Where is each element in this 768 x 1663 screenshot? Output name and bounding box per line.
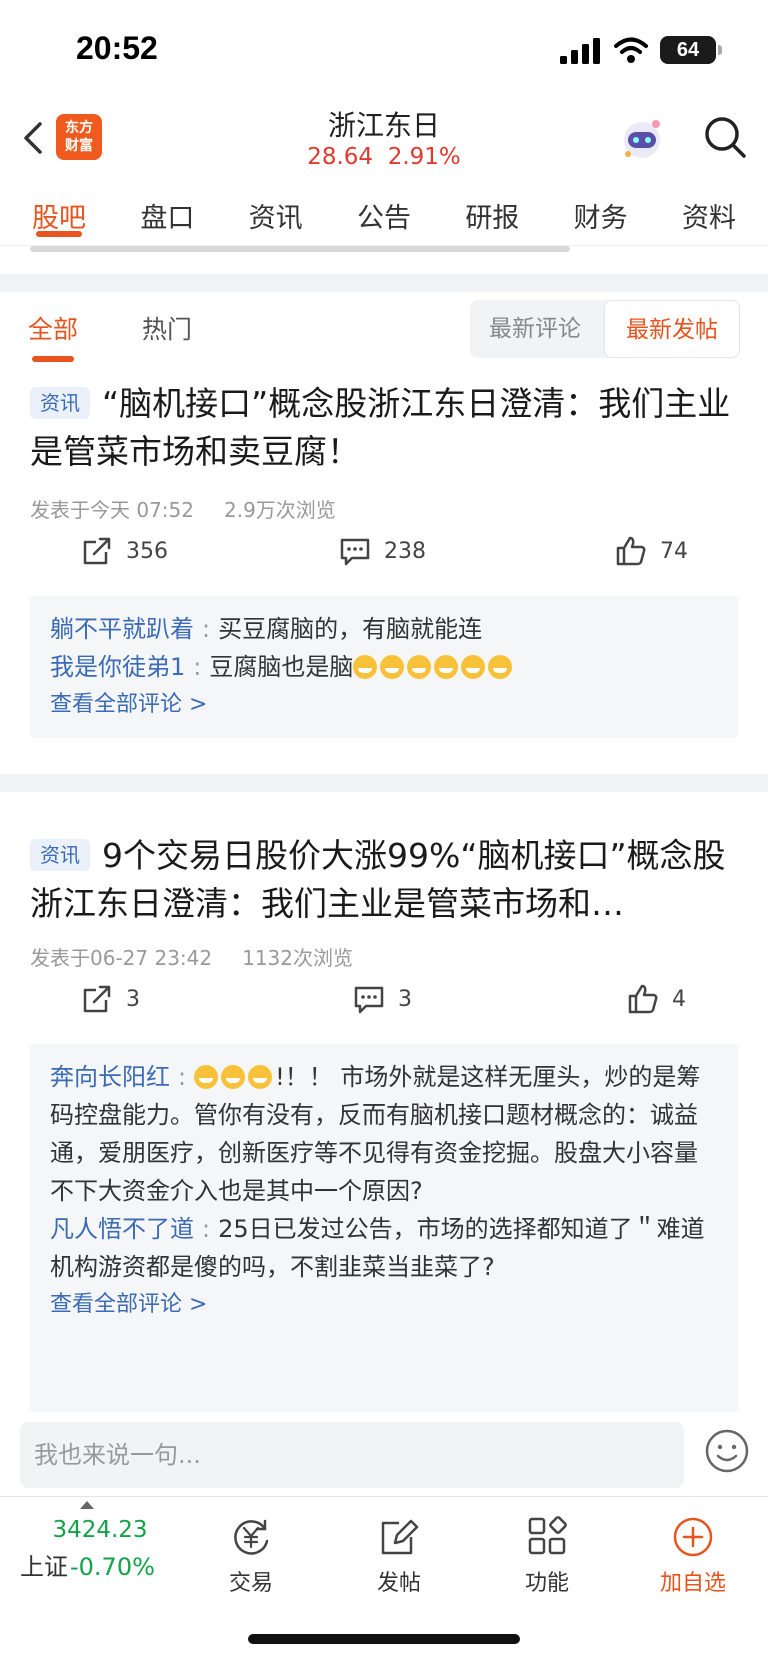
laugh-cry-emoji — [407, 655, 432, 679]
view-all-comments-link[interactable]: 查看全部评论 > — [50, 686, 718, 724]
nav-trade[interactable]: 交易 — [196, 1515, 306, 1597]
sort-toggle: 最新评论 最新发帖 — [470, 300, 740, 358]
post-time: 发表于06-27 23:42 — [30, 946, 213, 970]
thumbs-up-icon — [628, 984, 658, 1014]
post-title[interactable]: 资讯 9个交易日股价大涨99%“脑机接口”概念股浙江东日澄清：我们主业是管菜市场和… — [30, 832, 740, 928]
like-button[interactable]: 4 — [626, 982, 686, 1016]
emoji-icon[interactable] — [704, 1428, 750, 1474]
grin-emoji — [434, 655, 459, 679]
stock-change: 2.91% — [387, 144, 461, 170]
stock-price: 28.64 — [307, 144, 374, 170]
index-change: -0.70% — [70, 1553, 155, 1581]
share-icon — [83, 985, 111, 1013]
tab-guba[interactable]: 股吧 — [32, 180, 86, 245]
share-button[interactable]: 3 — [80, 982, 140, 1016]
comment-preview: 奔向长阳红:!！！ 市场外就是这样无厘头，炒的是筹码控盘能力。管你有没有，反而有… — [30, 1044, 738, 1412]
compose-icon — [381, 1519, 419, 1555]
like-button[interactable]: 74 — [614, 534, 688, 568]
laugh-cry-emoji — [353, 655, 378, 679]
post-views: 1132次浏览 — [242, 946, 354, 970]
add-circle-icon — [673, 1517, 713, 1557]
post-meta: 发表于今天 07:52 2.9万次浏览 — [30, 494, 336, 523]
status-time: 20:52 — [76, 30, 158, 66]
nav-add-watchlist[interactable]: 加自选 — [638, 1515, 748, 1597]
comment-user[interactable]: 我是你徒弟1 — [50, 653, 185, 681]
comment-item: 凡人悟不了道:25日已发过公告，市场的选择都知道了＂难道机构游资都是傻的吗，不割… — [50, 1215, 705, 1281]
grin-emoji — [221, 1065, 246, 1089]
tab-pankou[interactable]: 盘口 — [140, 180, 194, 245]
tab-profile[interactable]: 资料 — [682, 180, 736, 245]
view-all-comments-link[interactable]: 查看全部评论 > — [50, 1286, 718, 1324]
comment-item: 我是你徒弟1: 豆腐脑也是脑 — [50, 648, 718, 686]
post-actions: 356 238 74 — [0, 534, 768, 574]
filter-all[interactable]: 全部 — [28, 310, 78, 362]
nav-post[interactable]: 发帖 — [344, 1515, 454, 1597]
wifi-icon — [614, 37, 648, 63]
grin-emoji — [488, 655, 513, 679]
index-name: 上证 — [20, 1553, 68, 1581]
signal-icon — [560, 38, 600, 64]
grin-emoji — [194, 1065, 219, 1089]
share-icon — [83, 537, 111, 565]
tab-finance[interactable]: 财务 — [574, 180, 628, 245]
sort-latest-post[interactable]: 最新发帖 — [604, 300, 740, 358]
comment-icon — [354, 986, 384, 1014]
tab-research[interactable]: 研报 — [465, 180, 519, 245]
tab-announcements[interactable]: 公告 — [357, 180, 411, 245]
news-tag: 资讯 — [30, 839, 90, 871]
post-title[interactable]: 资讯 “脑机接口”概念股浙江东日澄清：我们主业是管菜市场和卖豆腐！ — [30, 380, 740, 476]
sort-latest-comment[interactable]: 最新评论 — [470, 300, 600, 358]
tab-news[interactable]: 资讯 — [249, 180, 303, 245]
comment-button[interactable]: 238 — [338, 534, 426, 568]
index-quote[interactable]: 3424.23 上证-0.70% — [20, 1505, 180, 1582]
comment-input[interactable]: 我也来说一句... — [20, 1422, 684, 1488]
comment-preview: 躺不平就趴着: 买豆腐脑的，有脑就能连 我是你徒弟1: 豆腐脑也是脑 查看全部评论 … — [30, 596, 738, 738]
comment-user[interactable]: 奔向长阳红 — [50, 1063, 170, 1091]
filter-hot[interactable]: 热门 — [142, 310, 192, 346]
post-card-1: 全部 热门 最新评论 最新发帖 资讯 “脑机接口”概念股浙江东日澄清：我们主业是管… — [0, 292, 768, 774]
thumbs-up-icon — [616, 536, 646, 566]
post-meta: 发表于06-27 23:42 1132次浏览 — [30, 942, 353, 971]
post-time: 发表于今天 07:52 — [30, 498, 194, 522]
grin-emoji — [461, 655, 486, 679]
index-value: 3424.23 — [52, 1517, 148, 1543]
top-bar: 东方 财富 浙江东日 28.64 2.91% — [0, 100, 768, 180]
status-bar: 20:52 64 — [0, 0, 768, 100]
comment-user[interactable]: 躺不平就趴着 — [50, 615, 194, 643]
comment-icon — [340, 538, 370, 566]
search-icon[interactable] — [702, 114, 748, 160]
scrolled-content-strip — [0, 246, 768, 274]
news-tag: 资讯 — [30, 387, 90, 419]
home-indicator — [248, 1634, 520, 1644]
comment-user[interactable]: 凡人悟不了道 — [50, 1215, 194, 1243]
laugh-cry-emoji — [380, 655, 405, 679]
battery-icon: 64 — [660, 36, 722, 64]
post-actions: 3 3 4 — [0, 982, 768, 1022]
post-card-2: 资讯 9个交易日股价大涨99%“脑机接口”概念股浙江东日澄清：我们主业是管菜市场和… — [0, 792, 768, 1412]
grid-icon — [528, 1516, 567, 1555]
share-button[interactable]: 356 — [80, 534, 168, 568]
comment-item: 躺不平就趴着: 买豆腐脑的，有脑就能连 — [50, 615, 483, 643]
comment-input-bar: 我也来说一句... — [0, 1412, 768, 1496]
trade-icon — [234, 1519, 269, 1555]
grin-emoji — [248, 1065, 273, 1089]
cut-off-text — [30, 246, 570, 252]
post-views: 2.9万次浏览 — [224, 498, 336, 522]
comment-item: 奔向长阳红:!！！ 市场外就是这样无厘头，炒的是筹码控盘能力。管你有没有，反而有… — [50, 1063, 701, 1205]
stock-tabs: 股吧 盘口 资讯 公告 研报 财务 资料 — [0, 180, 768, 246]
comment-button[interactable]: 3 — [352, 982, 412, 1016]
filter-row: 全部 热门 最新评论 最新发帖 — [0, 292, 768, 370]
nav-functions[interactable]: 功能 — [492, 1515, 602, 1597]
robot-assistant-icon[interactable] — [618, 114, 666, 162]
